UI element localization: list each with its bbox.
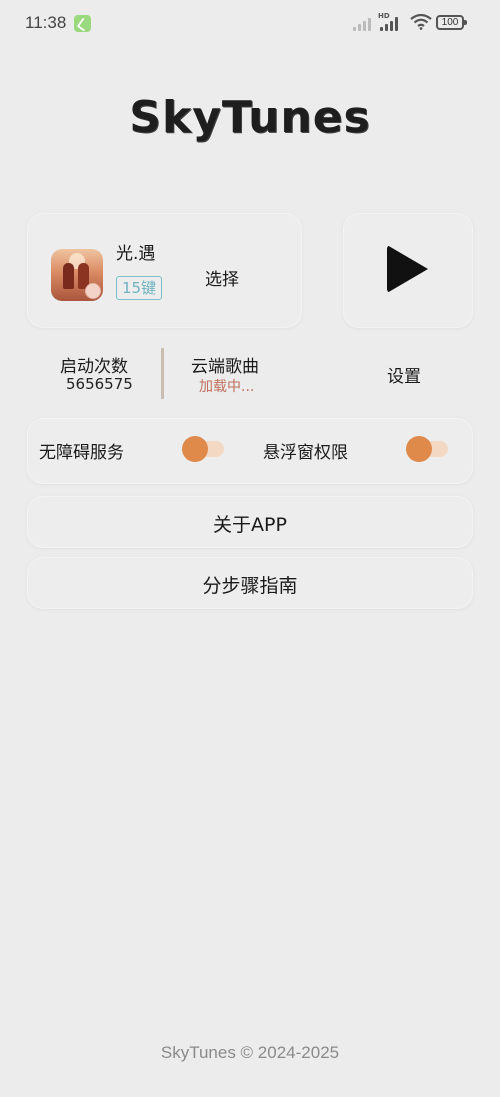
about-app-button[interactable]: 关于APP — [27, 496, 473, 548]
permissions-card: 无障碍服务 悬浮窗权限 — [27, 418, 473, 484]
launch-count-value: 5656575 — [66, 375, 133, 393]
cloud-songs-status: 加载中... — [199, 379, 255, 395]
overlay-permission-toggle[interactable] — [406, 436, 450, 462]
game-app-icon — [51, 249, 103, 301]
signal-strength-icon-1 — [353, 15, 371, 31]
cloud-songs-label: 云端歌曲 — [191, 357, 259, 377]
keys-badge: 15键 — [116, 276, 163, 300]
stats-divider — [161, 348, 164, 399]
footer-copyright: SkyTunes © 2024-2025 — [160, 1043, 340, 1062]
select-game-button[interactable]: 选择 — [205, 265, 239, 290]
play-icon[interactable] — [387, 245, 428, 293]
status-time: 11:38 — [25, 13, 67, 32]
signal-strength-icon-2 — [380, 15, 398, 31]
launch-count-label: 启动次数 — [60, 357, 128, 377]
app-title: SkyTunes — [129, 92, 371, 143]
play-card[interactable] — [343, 213, 473, 328]
step-guide-label: 分步骤指南 — [202, 575, 298, 597]
status-bar: 11:38 HD 100 — [0, 0, 500, 46]
wifi-icon — [410, 14, 432, 30]
about-app-label: 关于APP — [213, 514, 287, 536]
game-card: 光.遇 15键 选择 — [27, 213, 302, 328]
battery-icon: 100 — [436, 15, 467, 30]
step-guide-button[interactable]: 分步骤指南 — [27, 557, 473, 609]
accessibility-service-label: 无障碍服务 — [39, 443, 124, 463]
accessibility-service-toggle[interactable] — [182, 436, 226, 462]
overlay-permission-label: 悬浮窗权限 — [263, 443, 348, 463]
settings-button[interactable]: 设置 — [387, 362, 421, 387]
game-name: 光.遇 — [116, 244, 156, 264]
notification-app-icon — [74, 15, 91, 32]
